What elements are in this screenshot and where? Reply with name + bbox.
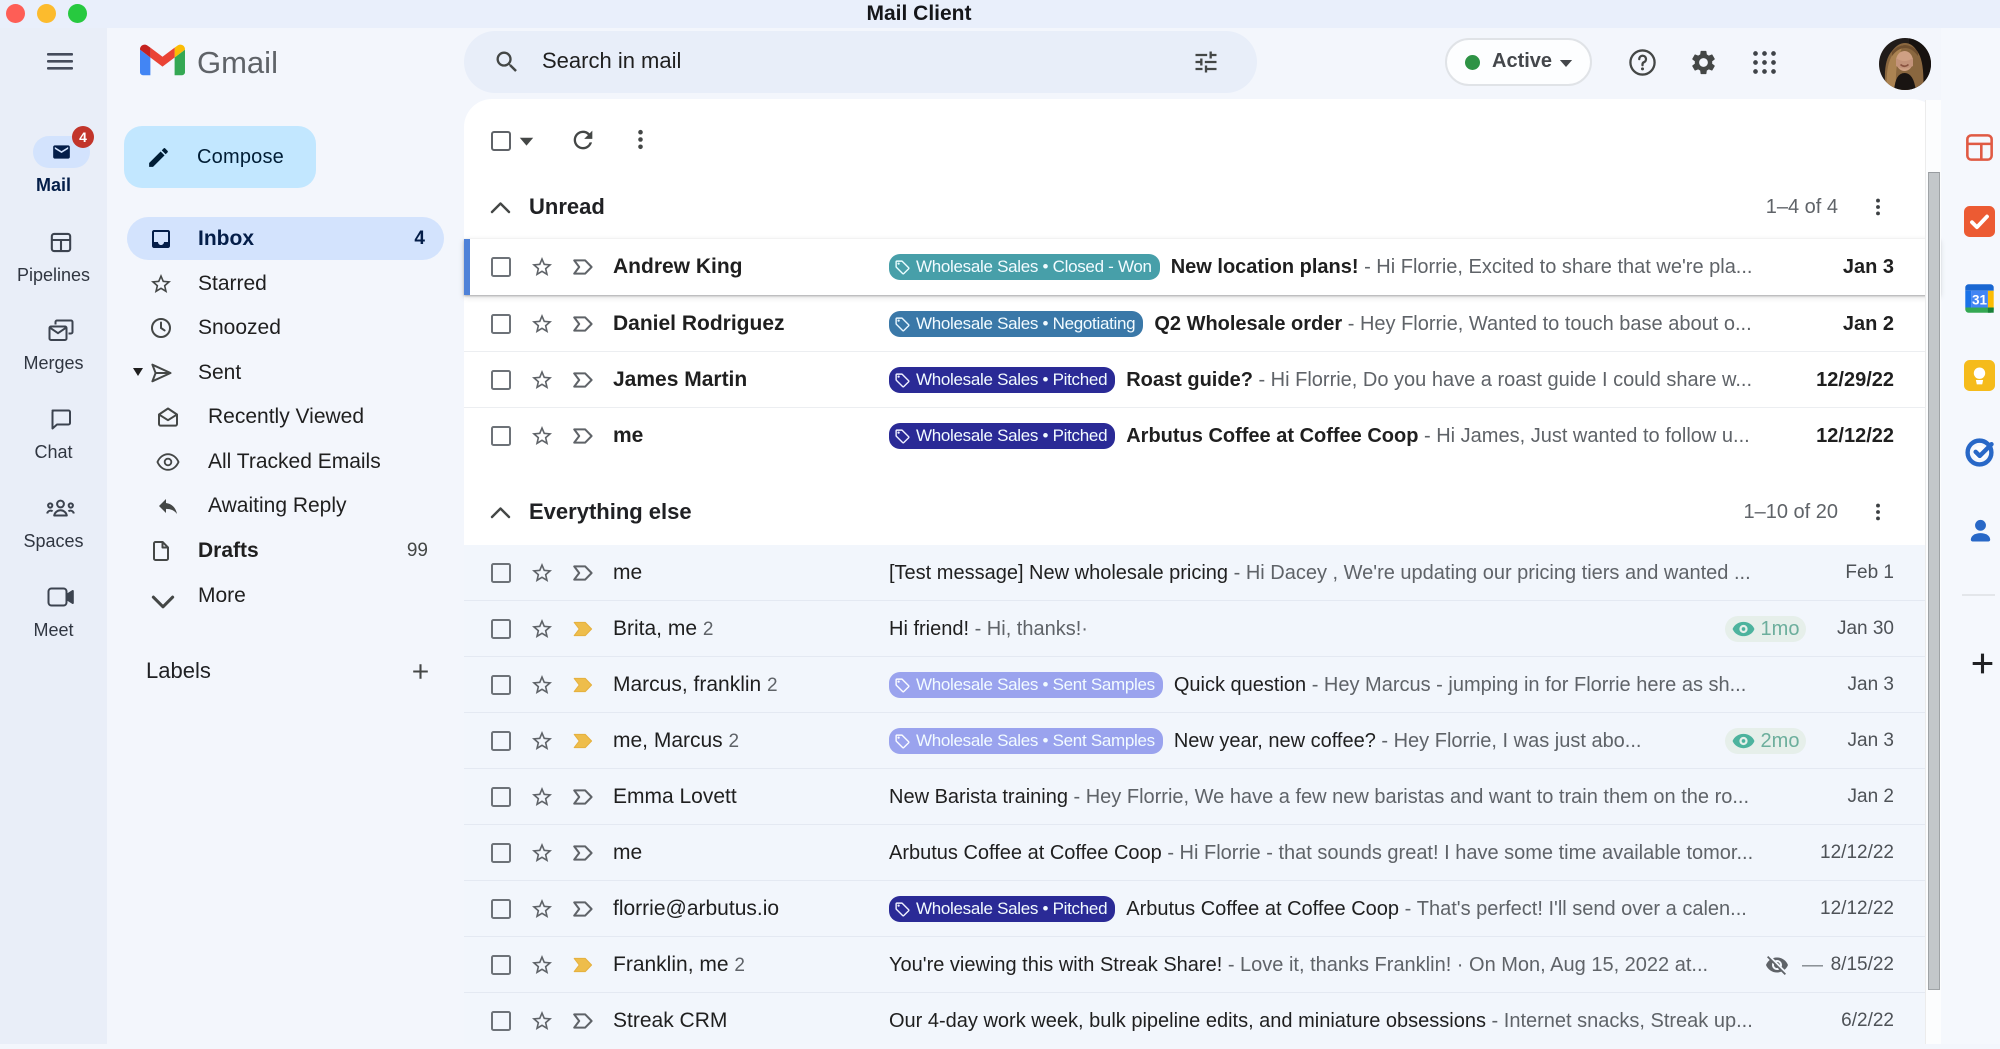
svg-text:31: 31 <box>1972 292 1988 307</box>
